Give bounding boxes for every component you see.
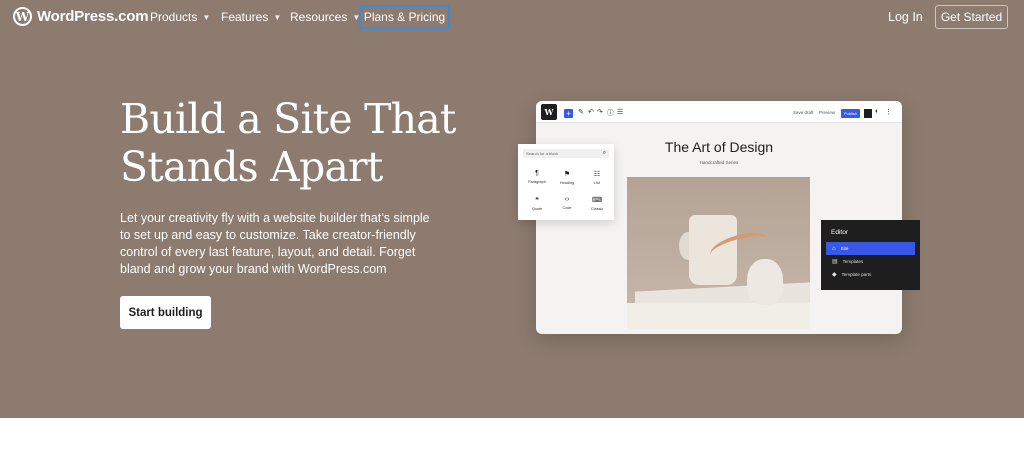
wordpress-logo[interactable]: W WordPress.com <box>13 7 149 26</box>
editor-item-label: Template parts <box>841 272 872 277</box>
site-editor-panel: Editor ⌂ Site ▤ Templates ◆ Template par… <box>821 220 920 290</box>
save-draft-label: Save draft <box>793 110 814 115</box>
photo-book-bottom <box>627 303 810 329</box>
caret-down-icon: ▼ <box>273 12 282 22</box>
add-block-icon: + <box>564 109 573 118</box>
block-quote: ❝ Quote <box>522 196 552 211</box>
hero-subtext: Let your creativity fly with a website b… <box>120 211 430 276</box>
headline-line-2: Stands Apart <box>120 143 383 191</box>
more-options-icon: ⋮ <box>885 109 892 116</box>
list-icon: ☷ <box>593 171 601 178</box>
preview-label: Preview <box>819 110 836 115</box>
headline-line-1: Build a Site That <box>120 95 456 143</box>
block-heading: ⚑ Heading <box>552 170 582 185</box>
vase-photo <box>627 177 810 329</box>
photo-vase-small <box>747 259 783 305</box>
logo-text: WordPress.com <box>37 8 149 25</box>
block-label: Paragraph <box>528 180 546 184</box>
nav-resources[interactable]: Resources ▼ <box>290 10 360 24</box>
home-icon: ⌂ <box>832 245 836 252</box>
block-label: List <box>594 181 600 185</box>
template-icon: ▤ <box>832 259 838 265</box>
page-below-hero <box>0 418 1024 471</box>
editor-panel-title: Editor <box>831 229 848 236</box>
quote-icon: ❝ <box>535 197 539 204</box>
editor-item-label: Templates <box>842 259 864 264</box>
block-inserter-panel: Search for a block ⌕ ¶ Paragraph ⚑ Headi… <box>518 144 614 220</box>
publish-badge: Publish <box>841 109 860 118</box>
editor-toolbar: W + ✎ ↶ ↷ ⓘ ☰ Save draft Preview Publish… <box>536 101 902 123</box>
top-nav: W WordPress.com Products ▼ Features ▼ Re… <box>0 0 1024 34</box>
caret-down-icon: ▼ <box>202 12 211 22</box>
block-list: ☷ List <box>582 170 612 185</box>
editor-item-label: Site <box>840 246 849 251</box>
heading-icon: ⚑ <box>563 171 571 178</box>
search-icon: ⌕ <box>602 150 606 156</box>
contrast-icon: ◐ <box>875 108 880 115</box>
get-started-button[interactable]: Get Started <box>935 5 1008 29</box>
block-paragraph: ¶ Paragraph <box>522 170 552 184</box>
block-label: Heading <box>559 181 575 185</box>
nav-products[interactable]: Products ▼ <box>150 10 210 24</box>
block-label: Code <box>562 206 572 210</box>
hero-headline: Build a Site That Stands Apart <box>120 95 480 191</box>
template-part-icon: ◆ <box>832 272 837 278</box>
info-icon: ⓘ <box>607 110 614 117</box>
hero-section: W WordPress.com Products ▼ Features ▼ Re… <box>0 0 1024 418</box>
nav-features-label: Features <box>221 10 269 24</box>
wordpress-logo-icon: W <box>13 7 32 26</box>
block-code: ‹› Code <box>552 196 582 210</box>
redo-icon: ↷ <box>597 109 603 116</box>
list-view-icon: ☰ <box>617 109 624 116</box>
wordpress-icon: W <box>541 104 557 120</box>
settings-icon <box>864 109 872 118</box>
nav-plans-pricing[interactable]: Plans & Pricing <box>359 5 450 29</box>
nav-products-label: Products <box>150 10 198 24</box>
block-search-placeholder: Search for a block <box>526 151 559 156</box>
editor-item-template-parts: ◆ Template parts <box>826 268 915 281</box>
block-search-input: Search for a block ⌕ <box>523 149 609 158</box>
nav-features[interactable]: Features ▼ <box>221 10 281 24</box>
start-building-button[interactable]: Start building <box>120 296 211 329</box>
paragraph-icon: ¶ <box>535 170 539 177</box>
code-icon: ‹› <box>564 196 570 203</box>
block-classic: ⌨ Classic <box>582 196 612 211</box>
keyboard-icon: ⌨ <box>591 197 603 204</box>
editor-item-site: ⌂ Site <box>826 242 915 255</box>
undo-icon: ↶ <box>588 109 594 116</box>
block-label: Quote <box>531 207 543 211</box>
editor-item-templates: ▤ Templates <box>826 255 915 268</box>
login-link[interactable]: Log In <box>888 10 923 24</box>
nav-resources-label: Resources <box>290 10 348 24</box>
block-label: Classic <box>590 207 604 211</box>
pencil-icon: ✎ <box>578 109 584 116</box>
